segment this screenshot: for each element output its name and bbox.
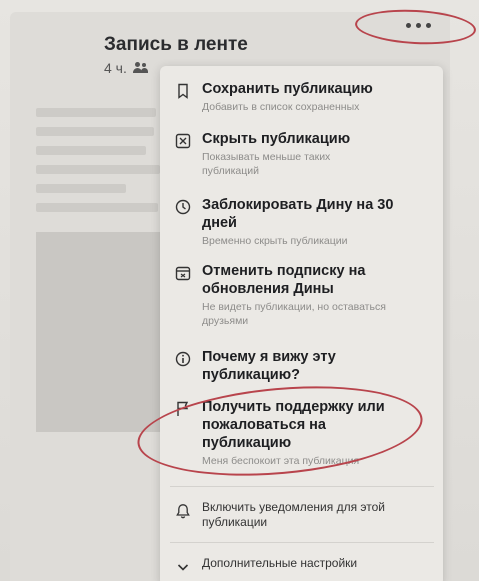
chevron-down-icon [172, 557, 194, 577]
post-time[interactable]: 4 ч. [104, 60, 127, 76]
menu-item-description: Временно скрыть публикации [202, 235, 348, 247]
post-title: Запись в ленте [104, 34, 248, 55]
menu-item-notifications[interactable]: Включить уведомления для этой публикации [172, 500, 434, 530]
bell-icon [172, 501, 194, 521]
menu-item-description: Показывать меньше таких публикаций [202, 151, 331, 177]
menu-item-save[interactable]: Сохранить публикацию Добавить в список с… [172, 80, 434, 114]
friends-audience-icon[interactable] [132, 62, 149, 74]
post-meta: 4 ч. [104, 60, 149, 76]
menu-item-label: Сохранить публикацию [202, 81, 373, 97]
menu-item-label: Дополнительные настройки [202, 556, 358, 570]
unfollow-icon [172, 263, 194, 283]
menu-divider [170, 542, 434, 543]
bookmark-icon [172, 81, 194, 101]
menu-item-label: Включить уведомления для этой публикации [202, 500, 386, 529]
menu-item-description: Не видеть публикации, но оставаться друз… [202, 301, 386, 327]
clock-icon [172, 197, 194, 217]
menu-item-label: Получить поддержку или пожаловаться на п… [202, 399, 385, 451]
dot [405, 22, 411, 28]
menu-item-unfollow[interactable]: Отменить подписку на обновления Дины Не … [172, 262, 434, 328]
menu-divider [170, 486, 434, 487]
post-image[interactable] [36, 232, 176, 432]
menu-item-label: Отменить подписку на обновления Дины [202, 263, 366, 297]
info-icon [172, 349, 194, 369]
menu-item-label: Скрыть публикацию [202, 131, 351, 147]
menu-item-report[interactable]: Получить поддержку или пожаловаться на п… [172, 398, 434, 468]
dot [425, 22, 431, 28]
dot [415, 22, 421, 28]
menu-item-hide[interactable]: Скрыть публикацию Показывать меньше таки… [172, 130, 434, 178]
menu-item-description: Добавить в список сохраненных [202, 101, 360, 113]
menu-item-why-see[interactable]: Почему я вижу эту публикацию? [172, 348, 434, 384]
post-options-menu: Сохранить публикацию Добавить в список с… [160, 66, 443, 581]
menu-item-more-settings[interactable]: Дополнительные настройки [172, 556, 434, 577]
menu-item-description: Меня беспокоит эта публикация [202, 455, 360, 467]
report-icon [172, 399, 194, 419]
hide-icon [172, 131, 194, 151]
post-text-placeholder [36, 108, 160, 222]
menu-item-snooze[interactable]: Заблокировать Дину на 30 дней Временно с… [172, 196, 434, 248]
menu-item-label: Заблокировать Дину на 30 дней [202, 197, 394, 231]
menu-item-label: Почему я вижу эту публикацию? [202, 349, 336, 383]
more-options-button[interactable] [392, 14, 444, 36]
